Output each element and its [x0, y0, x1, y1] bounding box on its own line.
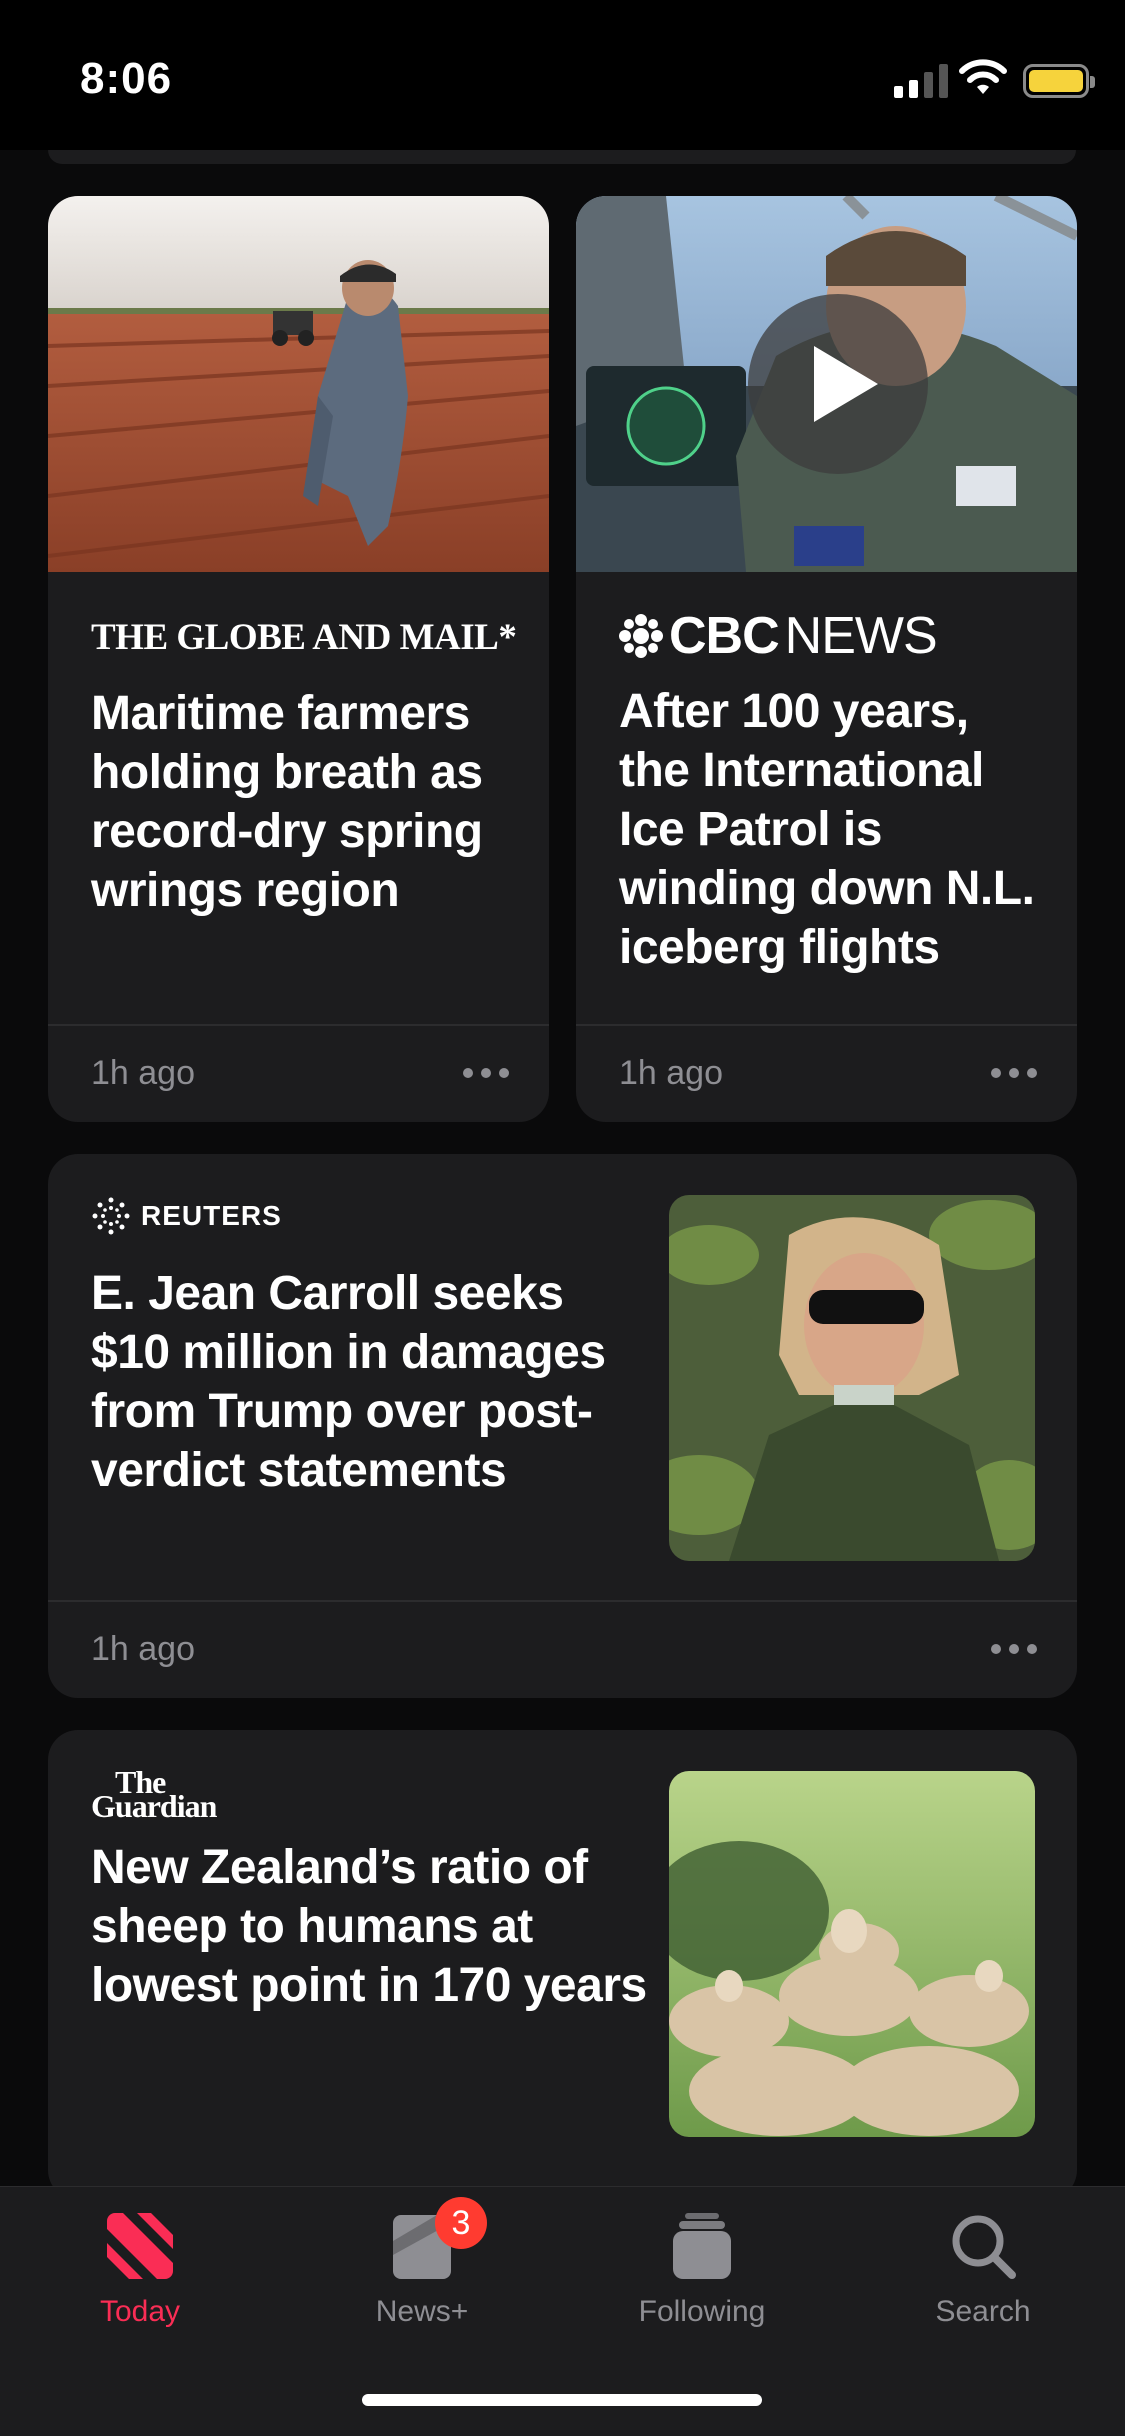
news-logo-icon	[105, 2211, 175, 2281]
tab-news-plus[interactable]: 3 News+	[322, 2197, 522, 2329]
article-headline: E. Jean Carroll seeks $10 million in dam…	[91, 1267, 606, 1497]
cellular-signal-icon	[894, 62, 948, 98]
article-card-guardian[interactable]: The Guardian New Zealand’s ratio of shee…	[48, 1730, 1077, 2200]
tab-label: Following	[638, 2295, 766, 2328]
status-time: 8:06	[80, 54, 173, 103]
following-icon	[667, 2211, 737, 2281]
carroll-photo-thumbnail	[669, 1195, 1035, 1561]
play-video-button[interactable]	[748, 294, 928, 474]
ice-patrol-video-image	[576, 196, 1077, 572]
tab-following[interactable]: Following	[602, 2211, 802, 2329]
tab-label: News+	[375, 2295, 469, 2328]
tab-today[interactable]: Today	[40, 2211, 240, 2329]
sheep-photo-thumbnail	[669, 1771, 1035, 2137]
tab-search[interactable]: Search	[883, 2211, 1083, 2329]
publisher-name: REUTERS	[141, 1200, 282, 1231]
tab-label: Search	[935, 2295, 1031, 2328]
publisher-name-bold: CBC	[669, 607, 780, 665]
notification-badge: 3	[435, 2197, 487, 2249]
article-time: 1h ago	[619, 1054, 723, 1092]
search-icon	[948, 2211, 1018, 2281]
article-headline: Maritime farmers holding breath as recor…	[91, 687, 483, 917]
reuters-dots-icon	[92, 1197, 130, 1235]
battery-icon	[1023, 64, 1095, 98]
article-headline: New Zealand’s ratio of sheep to humans a…	[91, 1841, 647, 2012]
article-headline: After 100 years, the International Ice P…	[619, 685, 1035, 974]
previous-card-edge	[48, 150, 1076, 164]
more-options-icon[interactable]	[991, 1068, 1037, 1078]
card-footer: 1h ago	[48, 1600, 1077, 1698]
more-options-icon[interactable]	[463, 1068, 509, 1078]
home-indicator[interactable]	[362, 2394, 762, 2406]
cbc-gem-icon	[619, 614, 663, 658]
article-card-reuters[interactable]: REUTERS E. Jean Carroll seeks $10 millio…	[48, 1154, 1077, 1698]
publisher-name-line2: Guardian	[91, 1788, 217, 1824]
farmer-field-image	[48, 196, 549, 572]
more-options-icon[interactable]	[991, 1644, 1037, 1654]
card-footer: 1h ago	[576, 1024, 1077, 1122]
publisher-logo: THE GLOBE AND MAIL*	[91, 617, 517, 658]
publisher-logo: CBC NEWS	[619, 606, 938, 666]
news-plus-icon: 3	[387, 2197, 487, 2281]
article-time: 1h ago	[91, 1630, 195, 1668]
publisher-name-light: NEWS	[784, 607, 938, 665]
wifi-icon	[959, 59, 1007, 94]
card-footer: 1h ago	[48, 1024, 549, 1122]
article-card-globe[interactable]: THE GLOBE AND MAIL* Maritime farmers hol…	[48, 196, 549, 1122]
article-time: 1h ago	[91, 1054, 195, 1092]
tab-label: Today	[99, 2295, 181, 2328]
publisher-logo: The Guardian	[91, 1766, 217, 1824]
status-bar: 8:06	[0, 0, 1125, 150]
article-card-cbc[interactable]: CBC NEWS After 100 years, the Internation…	[576, 196, 1077, 1122]
publisher-logo: REUTERS	[91, 1196, 282, 1236]
